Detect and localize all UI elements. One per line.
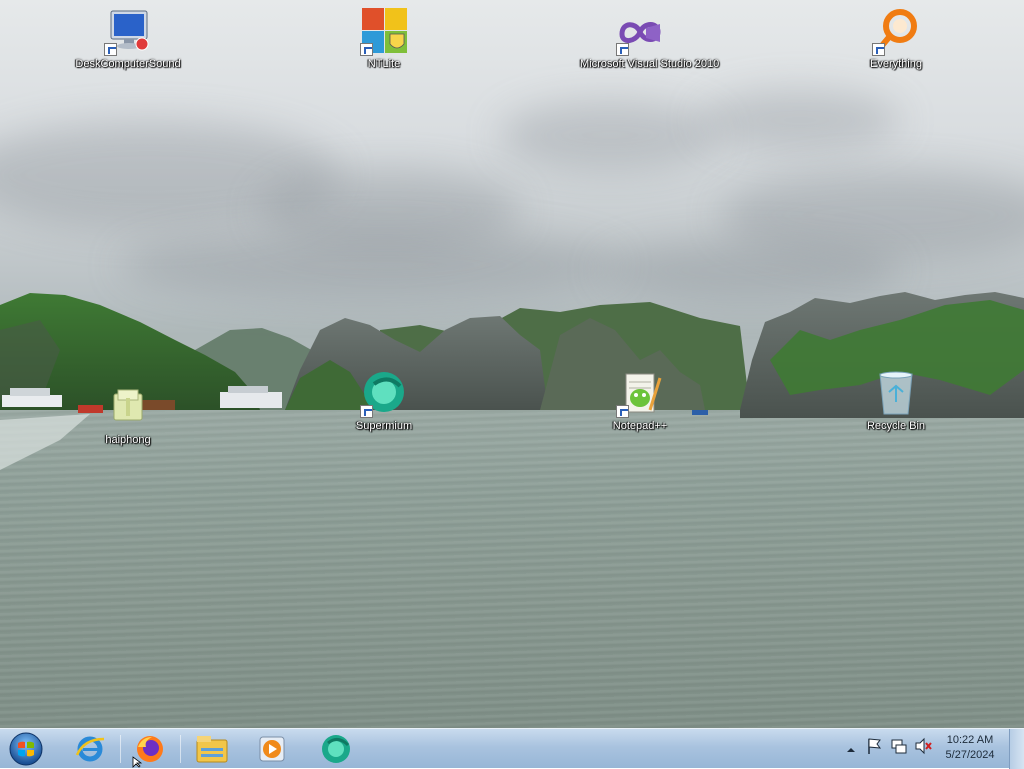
desktop-icon-label: DeskComputerSound bbox=[75, 58, 181, 70]
desktop-icon-ntlite[interactable]: NTLite bbox=[324, 8, 444, 71]
computer-sound-icon bbox=[104, 8, 152, 56]
desktop-icon-deskcomputersound[interactable]: DeskComputerSound bbox=[68, 8, 188, 71]
network-button[interactable] bbox=[890, 737, 908, 760]
shortcut-arrow-icon bbox=[616, 43, 629, 56]
desktop-icon-haiphong[interactable]: haiphong bbox=[68, 384, 188, 447]
desktop-icon-notepadplusplus[interactable]: Notepad++ bbox=[580, 370, 700, 433]
desktop-icon-supermium[interactable]: Supermium bbox=[324, 370, 444, 433]
desktop-icon-recycle-bin[interactable]: Recycle Bin bbox=[836, 370, 956, 433]
clock-time: 10:22 AM bbox=[946, 734, 994, 746]
start-button[interactable] bbox=[6, 731, 46, 767]
media-player-icon bbox=[259, 736, 285, 762]
taskbar-pinned-supermium[interactable] bbox=[316, 731, 356, 767]
volume-button[interactable] bbox=[914, 737, 932, 760]
desktop-icon-visual-studio[interactable]: Microsoft Visual Studio 2010 bbox=[580, 8, 720, 71]
taskbar-pinned-file-explorer[interactable] bbox=[192, 731, 232, 767]
desktop-icon-label: Supermium bbox=[355, 420, 413, 432]
visual-studio-icon bbox=[616, 8, 664, 56]
ntlite-icon bbox=[360, 8, 408, 56]
taskbar-separator bbox=[180, 735, 181, 763]
desktop-icon-label: Microsoft Visual Studio 2010 bbox=[580, 58, 720, 70]
desktop-icon-label: Recycle Bin bbox=[866, 420, 926, 432]
desktop-icon-label: haiphong bbox=[105, 434, 151, 446]
shortcut-arrow-icon bbox=[872, 43, 885, 56]
action-center-button[interactable] bbox=[866, 737, 882, 760]
action-center-flag-icon bbox=[868, 738, 882, 754]
supermium-browser-icon bbox=[322, 735, 350, 763]
clock-date: 5/27/2024 bbox=[945, 749, 995, 761]
show-desktop-button[interactable] bbox=[1009, 729, 1024, 769]
taskbar-pinned-media-player[interactable] bbox=[252, 731, 292, 767]
mouse-cursor-icon bbox=[132, 756, 143, 768]
karst-mountains bbox=[0, 292, 1024, 470]
desktop-icon-label: NTLite bbox=[367, 58, 401, 70]
shortcut-arrow-icon bbox=[104, 43, 117, 56]
desktop-icon-everything[interactable]: Everything bbox=[836, 8, 956, 71]
shortcut-arrow-icon bbox=[360, 43, 373, 56]
volume-muted-icon bbox=[915, 737, 932, 755]
show-hidden-icons-button[interactable] bbox=[846, 742, 856, 760]
shortcut-arrow-icon bbox=[360, 405, 373, 418]
folder-zip-icon bbox=[104, 384, 152, 432]
desktop-wallpaper[interactable] bbox=[0, 0, 1024, 728]
internet-explorer-icon bbox=[75, 736, 105, 762]
network-icon bbox=[891, 739, 907, 754]
recycle-bin-icon bbox=[872, 370, 920, 418]
supermium-browser-icon bbox=[360, 370, 408, 418]
taskbar[interactable]: 10:22 AM 5/27/2024 bbox=[0, 728, 1024, 769]
desktop-icon-label: Everything bbox=[870, 58, 922, 70]
show-hidden-icons-arrow bbox=[847, 748, 855, 752]
taskbar-pinned-internet-explorer[interactable] bbox=[70, 731, 110, 767]
notepad-plus-plus-icon bbox=[616, 370, 664, 418]
everything-search-icon bbox=[872, 8, 920, 56]
file-explorer-icon bbox=[196, 736, 228, 763]
taskbar-clock[interactable]: 10:22 AM 5/27/2024 bbox=[940, 733, 1000, 763]
taskbar-separator bbox=[120, 735, 121, 763]
shortcut-arrow-icon bbox=[616, 405, 629, 418]
desktop-icon-label: Notepad++ bbox=[612, 420, 668, 432]
windows-start-orb-icon bbox=[9, 732, 43, 766]
